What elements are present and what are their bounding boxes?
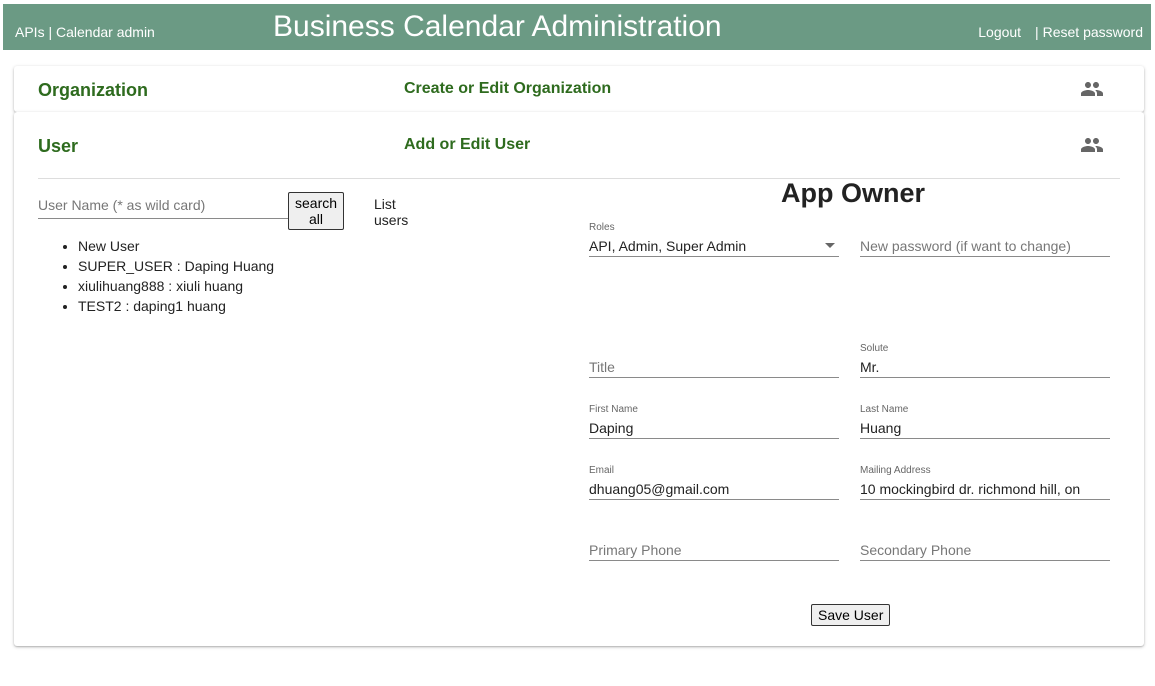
organization-panel[interactable]: Organization Create or Edit Organization [14,66,1144,112]
top-header-bar: APIs | Calendar admin Business Calendar … [3,4,1151,50]
solute-label: Solute [860,343,889,354]
separator: | [1034,24,1039,40]
mailing-address-input[interactable] [860,479,1110,500]
user-list: New User SUPER_USER : Daping Huang xiuli… [54,236,274,316]
last-name-input[interactable] [860,418,1110,439]
title-input[interactable] [589,357,839,378]
secondary-phone-input[interactable] [860,540,1110,561]
user-list-item[interactable]: SUPER_USER : Daping Huang [78,256,274,276]
organization-panel-title: Organization [38,80,149,100]
last-name-label: Last Name [860,404,909,415]
user-panel: User Add or Edit User search all List us… [14,112,1144,646]
solute-input[interactable] [860,357,1110,378]
panel-divider [38,178,1120,179]
page-title: Business Calendar Administration [273,10,722,43]
calendar-admin-link[interactable]: Calendar admin [56,24,155,40]
primary-phone-input[interactable] [589,540,839,561]
search-all-button[interactable]: search all [288,192,345,230]
logout-link[interactable]: Logout [978,24,1021,40]
user-list-item[interactable]: xiulihuang888 : xiuli huang [78,276,274,296]
user-search-input[interactable] [38,192,288,219]
header-nav-links: APIs | Calendar admin [15,24,155,40]
reset-password-link[interactable]: Reset password [1043,24,1143,40]
first-name-input[interactable] [589,418,839,439]
email-input[interactable] [589,479,839,500]
mailing-address-label: Mailing Address [860,465,931,476]
roles-label: Roles [589,222,615,233]
roles-select[interactable] [589,236,839,257]
people-icon[interactable] [1080,77,1104,101]
user-panel-title: User [38,136,79,156]
user-list-item[interactable]: New User [78,236,274,256]
user-list-item[interactable]: TEST2 : daping1 huang [78,296,274,316]
people-icon[interactable] [1080,133,1104,157]
first-name-label: First Name [589,404,638,415]
email-label: Email [589,465,615,476]
organization-panel-subtitle: Create or Edit Organization [404,80,612,97]
apis-link[interactable]: APIs [15,24,45,40]
header-account-links: Logout | Reset password [978,24,1143,40]
form-heading: App Owner [781,178,926,208]
dropdown-caret-icon[interactable] [825,243,835,248]
new-password-input[interactable] [860,236,1110,257]
save-user-button[interactable]: Save User [811,604,891,626]
list-users-label: List users [374,196,409,228]
user-panel-subtitle: Add or Edit User [404,136,531,153]
